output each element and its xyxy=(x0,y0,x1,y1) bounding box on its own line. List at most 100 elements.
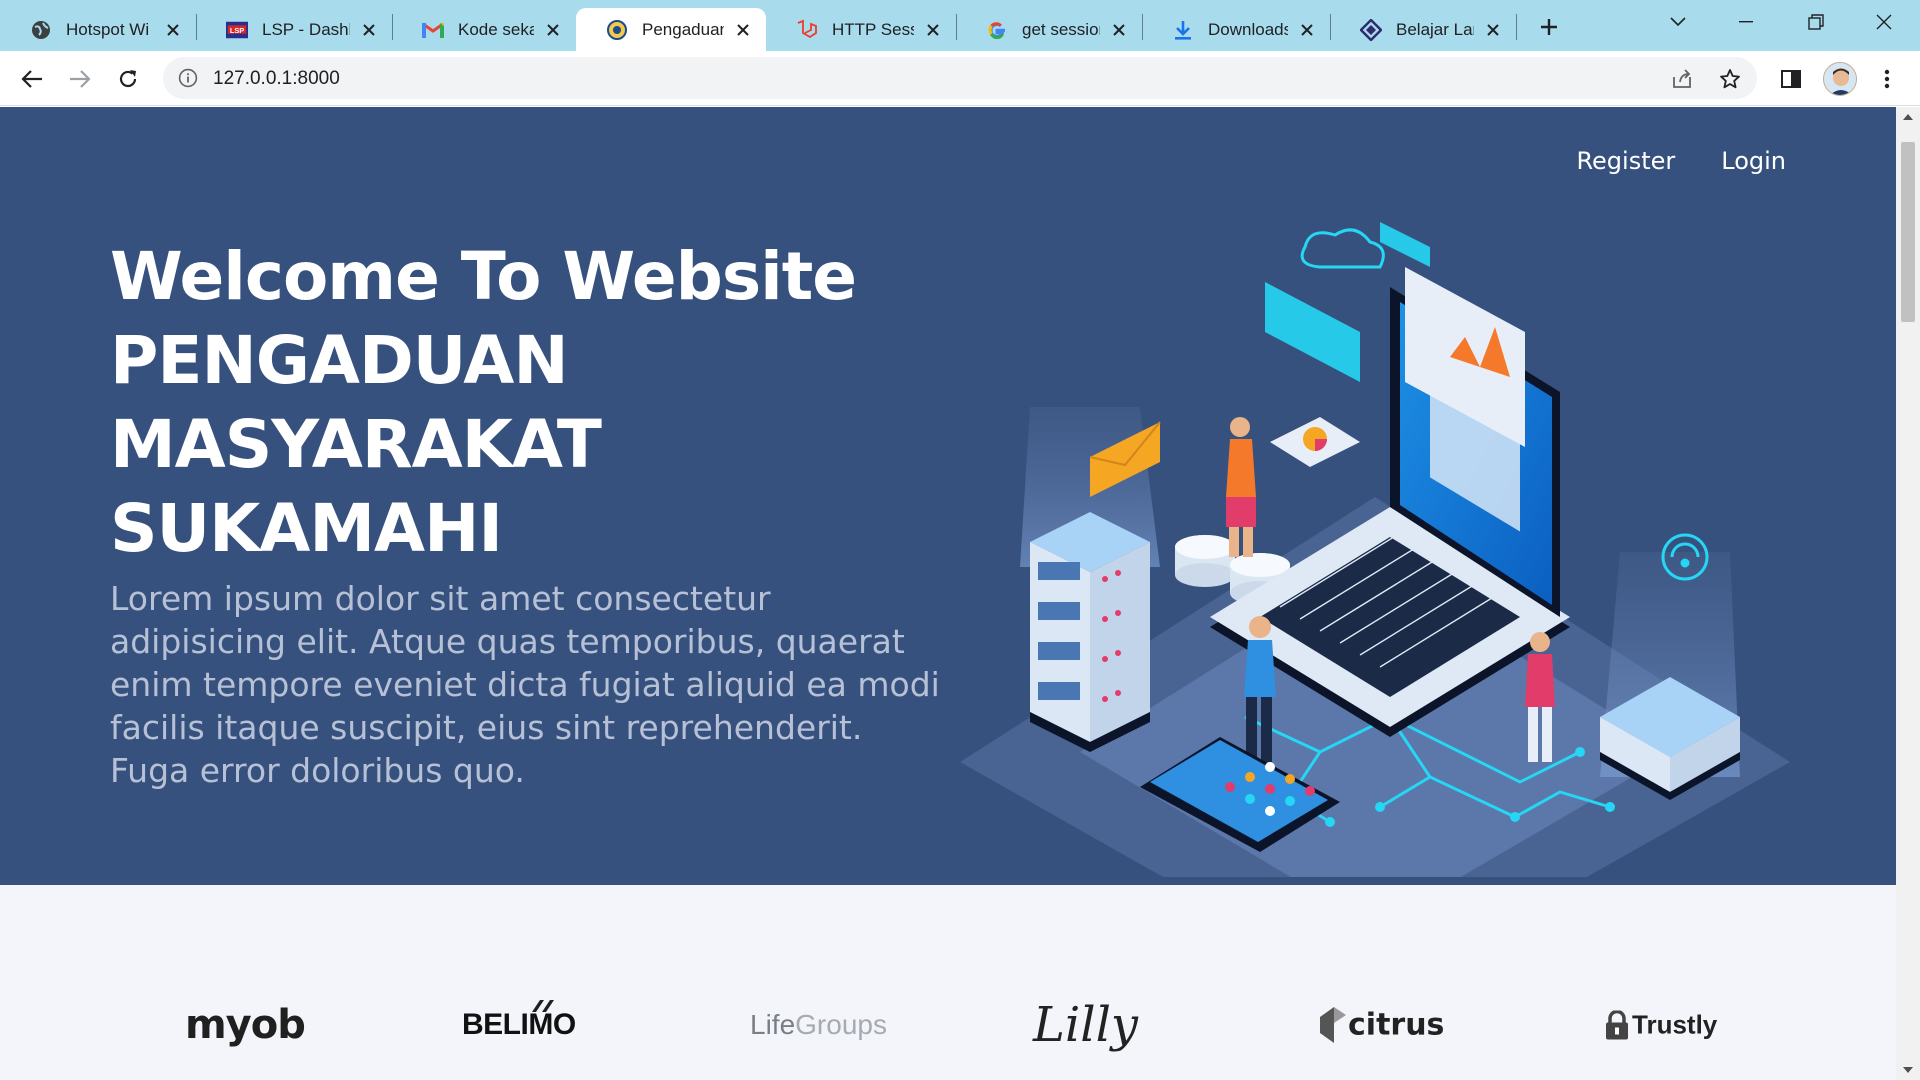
hero-illustration xyxy=(960,222,1790,877)
reload-button[interactable] xyxy=(113,64,143,94)
globe-icon xyxy=(30,19,52,41)
scroll-up-button[interactable] xyxy=(1896,107,1920,127)
back-button[interactable] xyxy=(17,64,47,94)
client-logo-belimo: BELIMO xyxy=(462,1000,576,1042)
browser-toolbar: 127.0.0.1:8000 xyxy=(0,51,1920,106)
tab-title: Kode sekali xyxy=(458,19,534,39)
hero-title-line: Welcome To Website xyxy=(110,238,857,315)
tab-title: HTTP Sessio xyxy=(832,19,914,39)
tab-title: Belajar Lara xyxy=(1396,19,1474,39)
client-logo-text: citrus xyxy=(1348,1007,1445,1043)
tab-title: get session xyxy=(1022,19,1100,39)
tab-pengaduan[interactable]: Pengaduan xyxy=(576,8,766,51)
svg-text:LSP: LSP xyxy=(230,25,244,34)
gmail-icon xyxy=(422,19,444,41)
arrow-right-icon xyxy=(70,70,91,88)
share-icon[interactable] xyxy=(1669,66,1695,92)
minimize-button[interactable] xyxy=(1724,6,1768,38)
server-rack-shape xyxy=(1030,512,1150,752)
download-icon xyxy=(1172,19,1194,41)
close-icon[interactable] xyxy=(542,19,564,41)
lsp-favicon-icon: LSP xyxy=(226,19,248,41)
login-link[interactable]: Login xyxy=(1721,147,1786,175)
tab-downloads[interactable]: Downloads xyxy=(1142,8,1330,51)
padlock-icon xyxy=(1606,1009,1628,1039)
caret-down-icon xyxy=(1903,1067,1913,1073)
tab-gmail[interactable]: Kode sekali xyxy=(392,8,576,51)
clients-section: myob BELIMO LifeGroups Lilly citrus Trus… xyxy=(0,885,1896,1080)
scroll-down-button[interactable] xyxy=(1896,1060,1920,1080)
info-icon[interactable] xyxy=(177,67,199,89)
tab-title: LSP - Dashb xyxy=(262,19,350,39)
client-logo-text: Life xyxy=(750,1009,796,1040)
plus-icon xyxy=(1541,19,1557,35)
client-logo-lilly: Lilly xyxy=(1033,997,1138,1053)
close-icon[interactable] xyxy=(1296,19,1318,41)
top-nav: Register Login xyxy=(1576,147,1786,175)
restore-icon xyxy=(1808,14,1824,30)
register-link[interactable]: Register xyxy=(1576,147,1675,175)
close-icon xyxy=(1876,14,1892,30)
client-logo-text: myob xyxy=(185,1002,306,1048)
cloud-icon xyxy=(1300,228,1385,269)
client-logo-text: Lilly xyxy=(1033,997,1139,1053)
side-panel-button[interactable] xyxy=(1776,64,1806,94)
tab-get-session[interactable]: get session xyxy=(956,8,1142,51)
close-icon[interactable] xyxy=(162,19,184,41)
hero-section: Register Login Welcome To Website PENGAD… xyxy=(0,107,1896,885)
url-text[interactable]: 127.0.0.1:8000 xyxy=(213,68,340,90)
close-window-button[interactable] xyxy=(1862,6,1906,38)
hero-title-line: SUKAMAHI xyxy=(110,490,503,567)
close-icon[interactable] xyxy=(358,19,380,41)
minimize-icon xyxy=(1739,21,1753,23)
close-icon[interactable] xyxy=(1108,19,1130,41)
person-woman-shape xyxy=(1226,417,1256,557)
client-logo-text: Groups xyxy=(795,1009,887,1040)
hero-title: Welcome To Website PENGADUAN MASYARAKAT … xyxy=(110,235,870,571)
chevron-down-icon xyxy=(1670,17,1686,27)
scrollbar-thumb[interactable] xyxy=(1901,142,1915,322)
menu-button[interactable] xyxy=(1872,64,1902,94)
client-logo-citrus: citrus xyxy=(1320,1007,1444,1043)
caret-up-icon xyxy=(1903,114,1913,120)
client-logo-lifegroups: LifeGroups xyxy=(750,1009,887,1041)
laravel-icon xyxy=(796,19,818,41)
close-icon[interactable] xyxy=(732,19,754,41)
tab-lsp-dashboard[interactable]: LSP LSP - Dashb xyxy=(196,8,392,51)
hero-title-line: PENGADUAN xyxy=(110,322,569,399)
restore-button[interactable] xyxy=(1794,6,1838,38)
reload-icon xyxy=(119,70,137,88)
diamond-logo-icon xyxy=(1360,18,1382,41)
close-icon[interactable] xyxy=(922,19,944,41)
page-viewport: Register Login Welcome To Website PENGAD… xyxy=(0,107,1920,1080)
tab-title: Pengaduan xyxy=(642,19,724,39)
kebab-menu-icon xyxy=(1884,69,1890,89)
tab-search-button[interactable] xyxy=(1656,6,1700,38)
avatar[interactable] xyxy=(1823,62,1857,96)
hero-title-line: MASYARAKAT xyxy=(110,406,602,483)
tab-belajar-laravel[interactable]: Belajar Lara xyxy=(1330,8,1516,51)
client-logo-text: Trustly xyxy=(1632,1009,1718,1040)
close-icon[interactable] xyxy=(1482,19,1504,41)
bookmark-star-icon[interactable] xyxy=(1717,66,1743,92)
google-icon xyxy=(986,19,1008,41)
client-logo-myob: myob xyxy=(185,1002,306,1048)
arrow-left-icon xyxy=(21,70,42,88)
tab-separator xyxy=(1516,14,1517,40)
tab-strip: Hotspot Wi LSP LSP - Dashb Kode sekali P… xyxy=(0,0,1920,51)
page-scrollbar[interactable] xyxy=(1896,107,1920,1080)
side-panel-icon xyxy=(1781,70,1801,88)
belimo-mark-icon xyxy=(532,1000,554,1012)
tab-hotspot[interactable]: Hotspot Wi xyxy=(0,8,196,51)
forward-button[interactable] xyxy=(65,64,95,94)
tab-title: Downloads xyxy=(1208,19,1288,39)
client-logo-text: BELIMO xyxy=(462,1008,576,1041)
new-tab-button[interactable] xyxy=(1534,12,1564,42)
government-seal-icon xyxy=(606,19,628,41)
client-logo-trustly: Trustly xyxy=(1604,1009,1718,1041)
hero-subtitle: Lorem ipsum dolor sit amet consectetur a… xyxy=(110,579,940,790)
tab-title: Hotspot Wi xyxy=(66,19,150,39)
citrus-mark-icon xyxy=(1320,1007,1346,1043)
address-bar[interactable]: 127.0.0.1:8000 xyxy=(163,57,1757,99)
tab-http-session[interactable]: HTTP Sessio xyxy=(766,8,956,51)
